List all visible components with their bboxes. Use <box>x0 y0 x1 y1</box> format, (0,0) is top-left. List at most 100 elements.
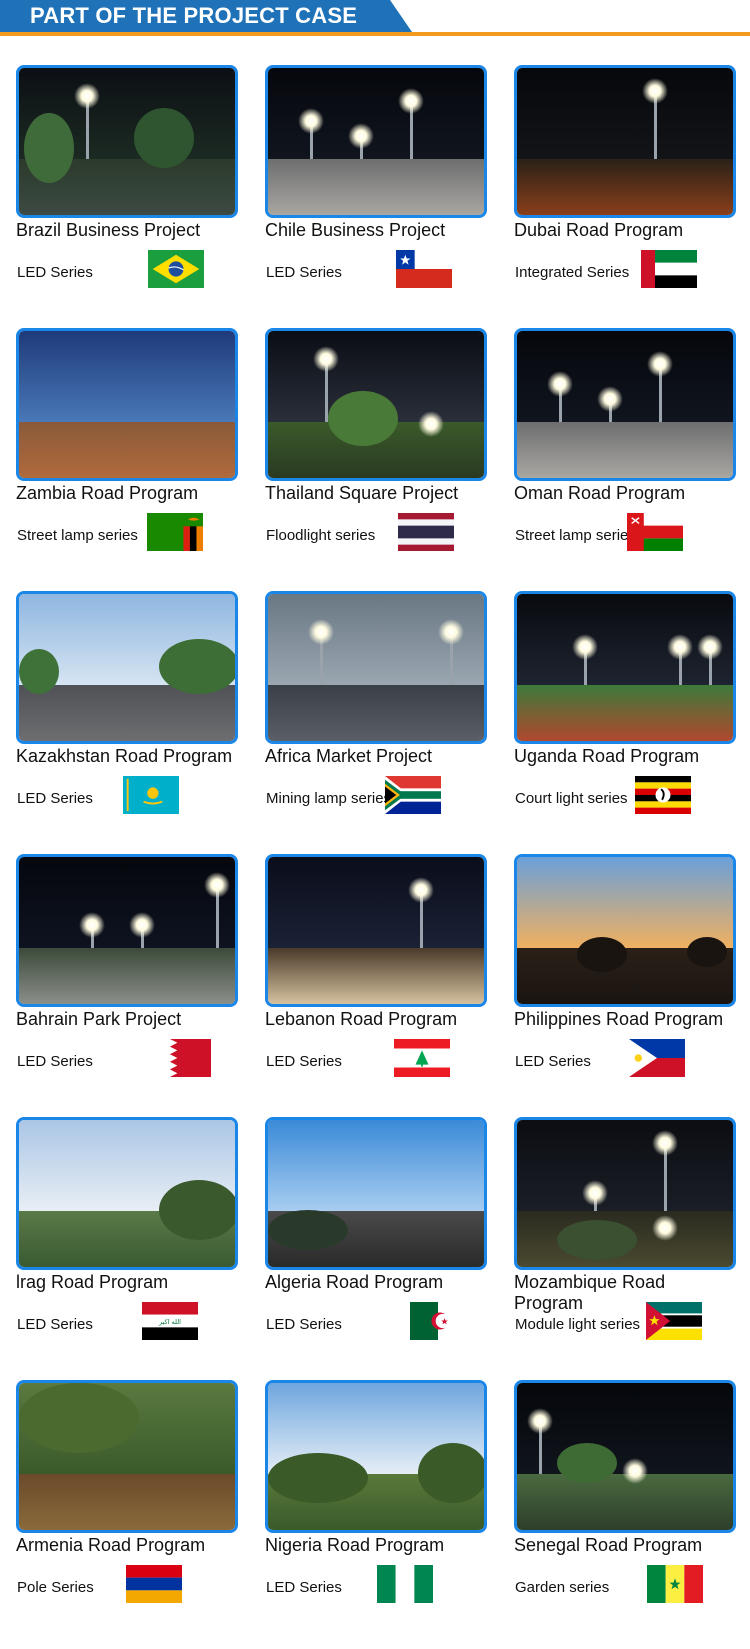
project-name: Oman Road Program <box>514 483 686 503</box>
project-card: lrag Road Program LED Series الله اكبر <box>16 1117 246 1380</box>
project-series: LED Series <box>17 264 93 281</box>
project-photo <box>265 65 487 218</box>
lamp-light <box>398 88 424 114</box>
photo-tree <box>557 1443 617 1483</box>
project-card: Nigeria Road Program LED Series <box>265 1380 495 1643</box>
project-name: Kazakhstan Road Program <box>16 746 233 766</box>
project-series: Street lamp series <box>515 527 636 544</box>
project-card: Zambia Road Program Street lamp series <box>16 328 246 591</box>
project-card: Uganda Road Program Court light series <box>514 591 744 854</box>
photo-tree <box>159 639 235 694</box>
project-photo <box>265 1117 487 1270</box>
project-photo <box>514 854 736 1007</box>
photo-sky <box>19 331 235 423</box>
project-photo <box>16 328 238 481</box>
lamp-light <box>204 872 230 898</box>
project-card: Dubai Road Program Integrated Series <box>514 65 744 328</box>
project-card: Thailand Square Project Floodlight series <box>265 328 495 591</box>
project-card: Senegal Road Program Garden series <box>514 1380 744 1643</box>
lamp-light <box>313 346 339 372</box>
lamp-light <box>597 386 623 412</box>
project-name: Dubai Road Program <box>514 220 684 240</box>
lamp-light <box>697 634 723 660</box>
photo-tree <box>687 937 727 967</box>
project-name: Armenia Road Program <box>16 1535 206 1555</box>
project-name: Senegal Road Program <box>514 1535 703 1555</box>
project-name: Philippines Road Program <box>514 1009 724 1029</box>
page-title: PART OF THE PROJECT CASE <box>30 3 358 28</box>
project-name: Uganda Road Program <box>514 746 700 766</box>
lamp-light <box>622 1458 648 1484</box>
photo-ground <box>517 1474 733 1530</box>
project-card: Mozambique Road Program Module light seri… <box>514 1117 744 1380</box>
photo-tree <box>328 391 398 446</box>
project-series: Pole Series <box>17 1579 94 1596</box>
project-name: Africa Market Project <box>265 746 433 766</box>
photo-tree <box>19 1383 139 1453</box>
lamp-light <box>527 1408 553 1434</box>
project-photo <box>265 591 487 744</box>
photo-ground <box>19 422 235 478</box>
project-card: Africa Market Project Mining lamp series <box>265 591 495 854</box>
project-name: Lebanon Road Program <box>265 1009 458 1029</box>
photo-tree <box>19 649 59 694</box>
project-series: LED Series <box>266 1053 342 1070</box>
lamp-light <box>647 351 673 377</box>
project-series: LED Series <box>266 264 342 281</box>
project-series: Garden series <box>515 1579 610 1596</box>
photo-ground <box>268 159 484 215</box>
project-name: Algeria Road Program <box>265 1272 444 1292</box>
photo-ground <box>268 948 484 1004</box>
project-series: Integrated Series <box>515 264 630 281</box>
mozambique-flag-icon <box>646 1302 702 1340</box>
photo-tree <box>24 113 74 183</box>
project-photo <box>16 1380 238 1533</box>
lamp-light <box>74 83 100 109</box>
lamp-light <box>438 619 464 645</box>
project-series: Court light series <box>515 790 628 807</box>
photo-ground <box>517 159 733 215</box>
photo-sky <box>517 68 733 160</box>
south-africa-flag-icon <box>385 776 441 814</box>
project-series: Module light series <box>515 1316 641 1333</box>
lamp-light <box>652 1215 678 1241</box>
lamp-light <box>547 371 573 397</box>
photo-tree <box>557 1220 637 1260</box>
oman-flag-icon <box>627 513 683 551</box>
lamp-light <box>572 634 598 660</box>
project-photo <box>514 591 736 744</box>
project-photo <box>514 1117 736 1270</box>
project-name: Nigeria Road Program <box>265 1535 445 1555</box>
photo-sky <box>268 1120 484 1212</box>
photo-tree <box>268 1210 348 1250</box>
project-series: LED Series <box>266 1316 342 1333</box>
project-series: Floodlight series <box>266 527 376 544</box>
photo-ground <box>517 422 733 478</box>
photo-ground <box>19 948 235 1004</box>
project-series: LED Series <box>17 790 93 807</box>
project-photo <box>514 328 736 481</box>
project-card: Bahrain Park Project LED Series <box>16 854 246 1117</box>
project-card: Lebanon Road Program LED Series <box>265 854 495 1117</box>
project-card: Brazil Business Project LED Series <box>16 65 246 328</box>
project-series: LED Series <box>266 1579 342 1596</box>
lamp-light <box>298 108 324 134</box>
photo-tree <box>159 1180 235 1240</box>
project-photo <box>16 854 238 1007</box>
lamp-light <box>79 912 105 938</box>
page-header: PART OF THE PROJECT CASE <box>0 0 750 40</box>
lamp-light <box>348 123 374 149</box>
project-photo <box>265 854 487 1007</box>
project-name: Brazil Business Project <box>16 220 201 240</box>
lamp-light <box>408 877 434 903</box>
project-name: Thailand Square Project <box>265 483 459 503</box>
project-photo <box>265 328 487 481</box>
project-series: Street lamp series <box>17 527 138 544</box>
senegal-flag-icon <box>647 1565 703 1603</box>
zambia-flag-icon <box>147 513 203 551</box>
chile-flag-icon <box>396 250 452 288</box>
bahrain-flag-icon <box>155 1039 211 1077</box>
photo-ground <box>268 685 484 741</box>
nigeria-flag-icon <box>377 1565 433 1603</box>
lamp-light <box>642 78 668 104</box>
